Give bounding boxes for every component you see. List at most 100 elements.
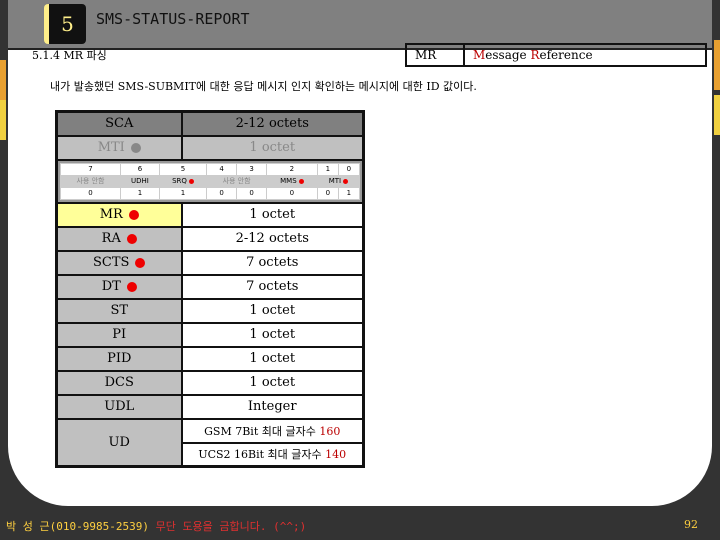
field-size: GSM 7Bit 최대 글자수 160 bbox=[180, 417, 365, 444]
label: MR bbox=[99, 207, 123, 222]
row-pi: PI 1 octet bbox=[55, 321, 365, 348]
footer-text: 박 성 근(010-9985-2539) 무단 도용을 금합니다. (^^;) bbox=[6, 518, 306, 534]
bit-label: 사용 안함 bbox=[60, 174, 121, 188]
mr-value: Message Reference bbox=[465, 45, 593, 65]
text: eference bbox=[539, 48, 593, 62]
field-size: 7 octets bbox=[180, 249, 365, 276]
row-ud: UD GSM 7Bit 최대 글자수 160 bbox=[55, 417, 365, 468]
field-size: 1 octet bbox=[180, 369, 365, 396]
mr-definition-box: MR Message Reference bbox=[405, 43, 707, 67]
slide-title: SMS-STATUS-REPORT bbox=[96, 10, 250, 28]
bit-value: 0 bbox=[60, 186, 121, 200]
field-size: UCS2 16Bit 최대 글자수 140 bbox=[180, 441, 365, 468]
bit-table-cell: 76543210 사용 안함 UDHI SRQ 사용 안함 MMS MTI 0110000… bbox=[55, 158, 365, 204]
bit-pos: 4 bbox=[206, 162, 238, 176]
section-heading: 5.1.4 MR 파싱 bbox=[32, 49, 107, 62]
bit-label: MTI bbox=[316, 174, 361, 188]
field-name: ST bbox=[55, 297, 183, 324]
dot-icon bbox=[126, 281, 137, 292]
text: essage bbox=[485, 48, 531, 62]
page-number: 92 bbox=[684, 518, 698, 531]
field-size: 1 octet bbox=[180, 134, 365, 161]
row-scts: SCTS 7 octets bbox=[55, 249, 365, 276]
bit-pos: 2 bbox=[266, 162, 318, 176]
bit-pos: 3 bbox=[236, 162, 268, 176]
row-dcs: DCS 1 octet bbox=[55, 369, 365, 396]
pdu-table: SCA 2-12 octets MTI 1 octet 76543210 사용 안함… bbox=[55, 110, 365, 468]
dot-icon bbox=[135, 257, 146, 268]
bit-value: 0 bbox=[236, 186, 268, 200]
bit-value: 1 bbox=[119, 186, 160, 200]
bit-label: MMS bbox=[266, 174, 318, 188]
dot-icon bbox=[128, 209, 139, 220]
bit-pos: 5 bbox=[158, 162, 208, 176]
label: SCTS bbox=[93, 255, 130, 270]
bit-pos: 7 bbox=[60, 162, 121, 176]
field-name: DCS bbox=[55, 369, 183, 396]
bit-value: 0 bbox=[206, 186, 238, 200]
bit-value: 1 bbox=[158, 186, 208, 200]
dot-icon bbox=[130, 142, 141, 153]
dot-icon bbox=[298, 178, 304, 184]
bit-pos: 6 bbox=[119, 162, 160, 176]
notice: 무단 도용을 금합니다. (^^;) bbox=[155, 520, 307, 533]
field-name: DT bbox=[55, 273, 183, 300]
label: MTI bbox=[328, 177, 342, 185]
bit-value: 0 bbox=[266, 186, 318, 200]
row-dt: DT 7 octets bbox=[55, 273, 365, 300]
field-size: 2-12 octets bbox=[180, 110, 365, 137]
label: DT bbox=[101, 279, 121, 294]
field-size: 2-12 octets bbox=[180, 225, 365, 252]
field-size: 1 octet bbox=[180, 297, 365, 324]
bit-label: UDHI bbox=[119, 174, 160, 188]
field-size: 1 octet bbox=[180, 321, 365, 348]
dot-icon bbox=[343, 178, 349, 184]
field-name: UDL bbox=[55, 393, 183, 420]
field-size: Integer bbox=[180, 393, 365, 420]
row-ra: RA 2-12 octets bbox=[55, 225, 365, 252]
bit-pos: 0 bbox=[337, 162, 361, 176]
letter-r: R bbox=[530, 48, 540, 62]
label: RA bbox=[101, 231, 121, 246]
row-udl: UDL Integer bbox=[55, 393, 365, 420]
mr-key: MR bbox=[407, 45, 465, 65]
dot-icon bbox=[188, 178, 194, 184]
side-tab bbox=[714, 95, 720, 135]
field-size: 1 octet bbox=[180, 201, 365, 228]
bit-label: 사용 안함 bbox=[206, 174, 268, 188]
side-tab bbox=[0, 60, 6, 100]
row-st: ST 1 octet bbox=[55, 297, 365, 324]
field-name: SCA bbox=[55, 110, 183, 137]
bit-label: SRQ bbox=[158, 174, 208, 188]
mti-bit-table: 76543210 사용 안함 UDHI SRQ 사용 안함 MMS MTI 0110000… bbox=[60, 162, 361, 200]
field-name: UD bbox=[55, 417, 183, 468]
field-name: SCTS bbox=[55, 249, 183, 276]
label: SRQ bbox=[172, 177, 187, 185]
row-mr: MR 1 octet bbox=[55, 201, 365, 228]
bit-value: 1 bbox=[337, 186, 361, 200]
number: 160 bbox=[319, 424, 341, 438]
side-tab bbox=[714, 40, 720, 90]
text: UCS2 16Bit 최대 글자수 bbox=[198, 448, 326, 462]
label: MTI bbox=[97, 140, 125, 155]
field-size: 1 octet bbox=[180, 345, 365, 372]
text: GSM 7Bit 최대 글자수 bbox=[204, 424, 320, 438]
dot-icon bbox=[126, 233, 137, 244]
row-bits: 76543210 사용 안함 UDHI SRQ 사용 안함 MMS MTI 0110000… bbox=[55, 158, 365, 204]
label: MMS bbox=[280, 177, 297, 185]
bit-pos: 1 bbox=[316, 162, 339, 176]
row-mti: MTI 1 octet bbox=[55, 134, 365, 161]
bit-value: 0 bbox=[316, 186, 339, 200]
field-name: MTI bbox=[55, 134, 183, 161]
field-name: MR bbox=[55, 201, 183, 228]
field-name: PID bbox=[55, 345, 183, 372]
field-size: 7 octets bbox=[180, 273, 365, 300]
description: 내가 발송했던 SMS-SUBMIT에 대한 응답 메시지 인지 확인하는 메시… bbox=[50, 80, 477, 93]
side-tab bbox=[0, 100, 6, 140]
field-name: PI bbox=[55, 321, 183, 348]
row-sca: SCA 2-12 octets bbox=[55, 110, 365, 137]
row-pid: PID 1 octet bbox=[55, 345, 365, 372]
letter-m: M bbox=[473, 48, 486, 62]
author: 박 성 근(010-9985-2539) bbox=[6, 520, 156, 533]
chapter-badge: 5 bbox=[44, 4, 86, 44]
